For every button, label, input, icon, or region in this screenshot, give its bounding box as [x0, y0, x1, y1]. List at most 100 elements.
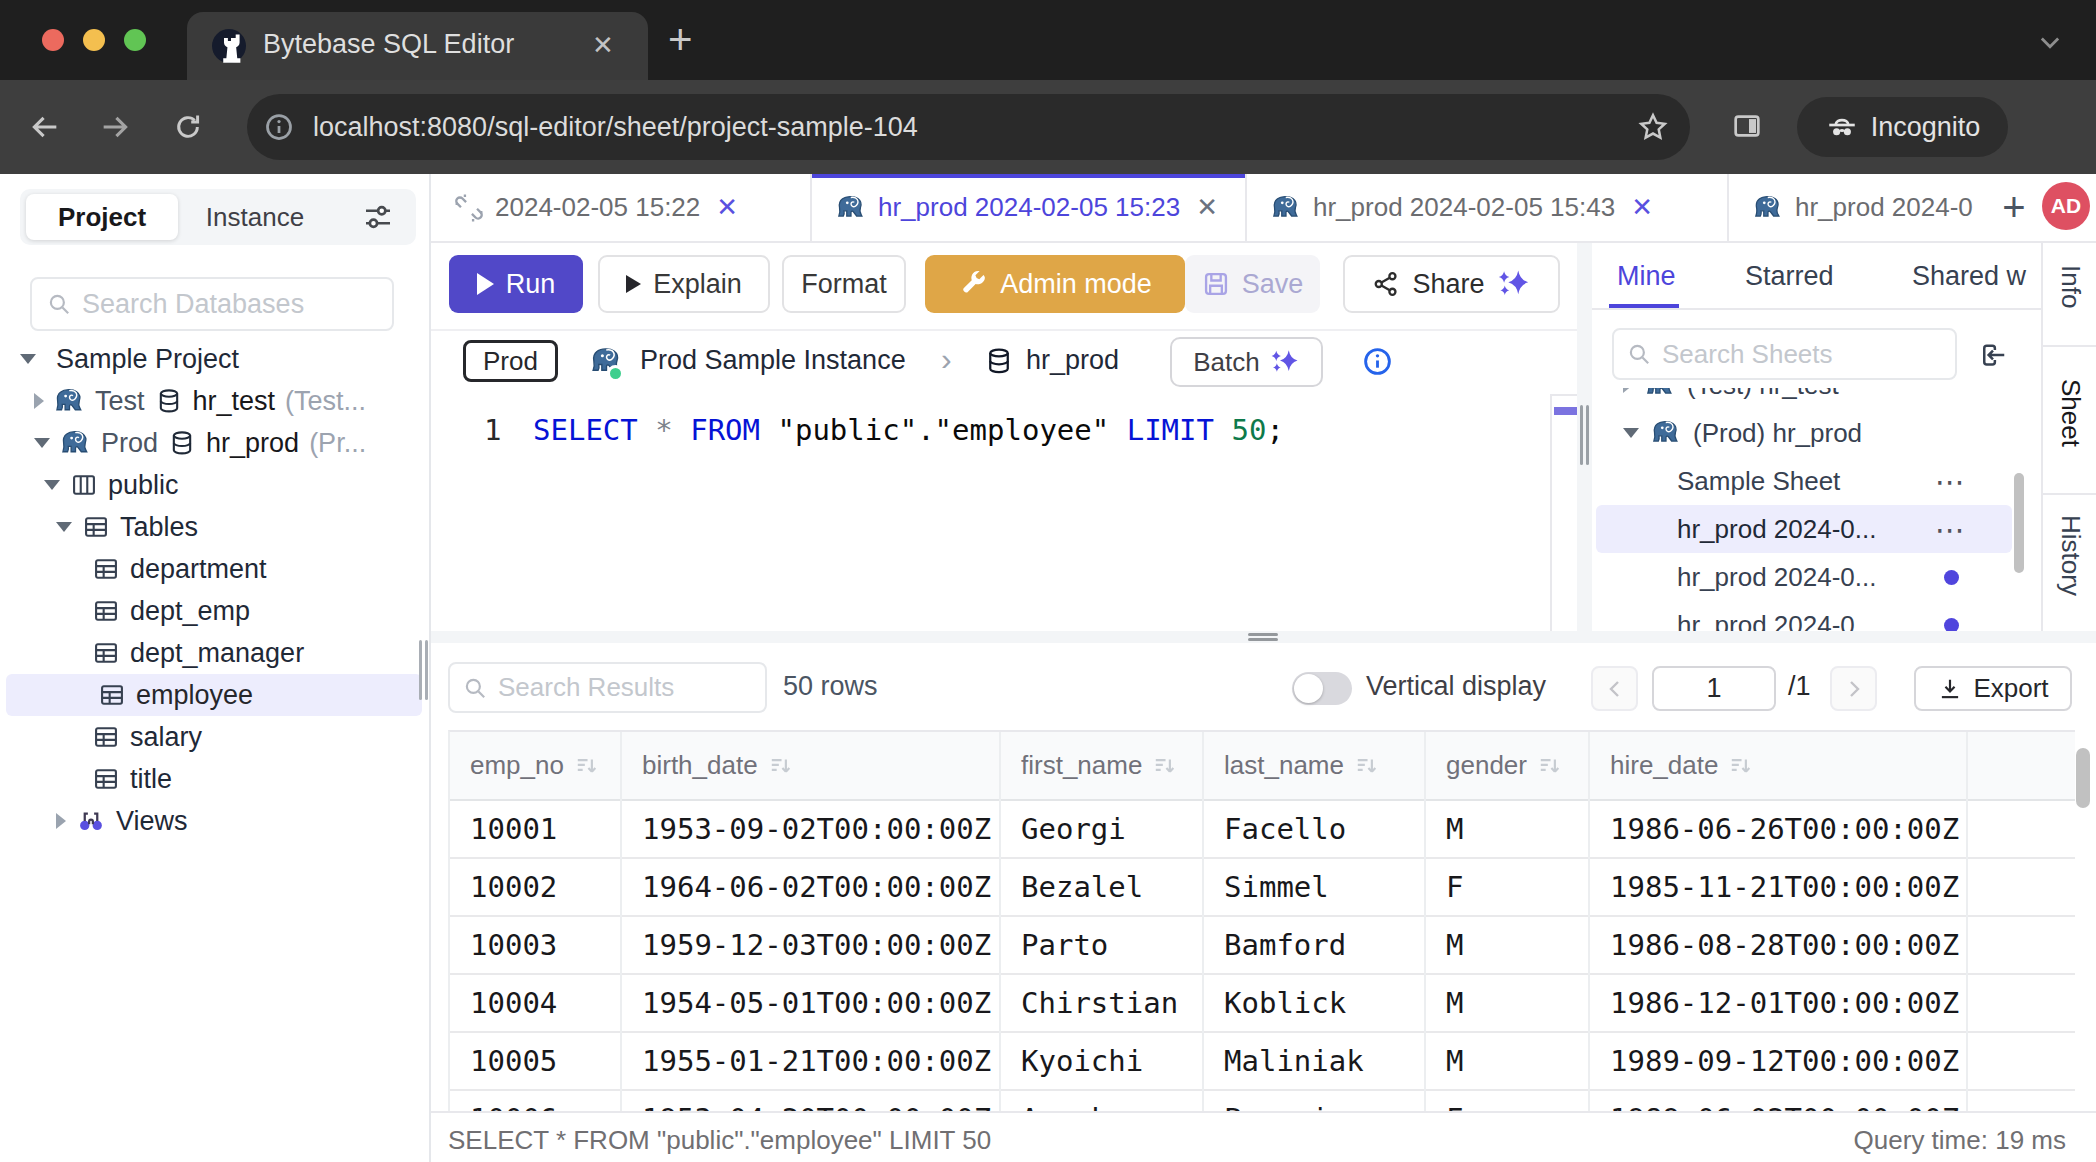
editor-tab-4[interactable]: hr_prod 2024-0	[1729, 174, 1990, 241]
table-cell[interactable]: F	[1426, 1091, 1588, 1111]
sheet-item[interactable]: hr_prod 2024-0...	[1596, 553, 2012, 601]
admin-mode-button[interactable]: Admin mode	[925, 255, 1185, 313]
table-cell[interactable]: 10004	[450, 975, 620, 1033]
table-cell[interactable]: 10006	[450, 1091, 620, 1111]
table-cell[interactable]: 1953-04-20T00:00:00Z	[622, 1091, 999, 1111]
traffic-light-minimize[interactable]	[83, 29, 105, 51]
table-cell[interactable]: Chirstian	[1001, 975, 1202, 1033]
sheet-item-selected[interactable]: hr_prod 2024-0... ⋯	[1596, 505, 2012, 553]
database-name[interactable]: hr_prod	[1026, 345, 1119, 376]
sort-icon[interactable]	[768, 753, 794, 779]
sort-icon[interactable]	[1537, 753, 1563, 779]
site-info-icon[interactable]	[264, 112, 294, 142]
import-icon[interactable]	[1978, 340, 2008, 370]
table-cell[interactable]: 1964-06-02T00:00:00Z	[622, 859, 999, 917]
format-button[interactable]: Format	[782, 255, 906, 313]
tree-item-schema-public[interactable]: public	[0, 464, 428, 506]
close-icon[interactable]: ✕	[716, 192, 738, 223]
sheet-item[interactable]: hr_prod 2024-0...	[1596, 601, 2012, 631]
table-cell[interactable]: Maliniak	[1204, 1033, 1424, 1091]
editor-scrollbar[interactable]	[1550, 394, 1577, 631]
tab-instance[interactable]: Instance	[180, 189, 330, 245]
sort-icon[interactable]	[1152, 753, 1178, 779]
browser-tab-close-icon[interactable]: ✕	[592, 30, 614, 61]
new-tab-button[interactable]: +	[668, 16, 693, 64]
table-cell[interactable]: Facello	[1204, 801, 1424, 859]
table-cell[interactable]: Kyoichi	[1001, 1033, 1202, 1091]
panel-divider[interactable]	[1577, 243, 1592, 631]
vertical-display-toggle[interactable]	[1292, 672, 1352, 705]
tree-item-table-dept-manager[interactable]: dept_manager	[0, 632, 428, 674]
instance-name[interactable]: Prod Sample Instance	[640, 345, 906, 376]
tab-project[interactable]: Project	[26, 194, 178, 240]
filter-icon[interactable]	[362, 201, 394, 233]
tab-search-chevron-icon[interactable]	[2036, 28, 2064, 56]
table-cell[interactable]: M	[1426, 1033, 1588, 1091]
editor-tab-1[interactable]: 2024-02-05 15:22 ✕	[431, 174, 812, 241]
sheet-search-input[interactable]	[1662, 339, 1943, 370]
more-icon[interactable]: ⋯	[1935, 464, 1965, 499]
table-cell[interactable]: Koblick	[1204, 975, 1424, 1033]
tree-item-sample-project[interactable]: Sample Project	[0, 338, 428, 380]
results-scrollbar[interactable]	[2076, 748, 2090, 808]
browser-tab[interactable]: Bytebase SQL Editor ✕	[187, 12, 648, 80]
table-cell[interactable]: 1986-12-01T00:00:00Z	[1590, 975, 1966, 1033]
sheet-group-prod[interactable]: (Prod) hr_prod	[1596, 409, 2012, 457]
forward-icon[interactable]	[98, 110, 132, 144]
sheet-search[interactable]	[1612, 328, 1957, 380]
run-button[interactable]: Run	[449, 255, 583, 313]
explain-button[interactable]: Explain	[598, 255, 770, 313]
add-tab-button[interactable]: +	[1990, 174, 2038, 241]
table-cell[interactable]: F	[1426, 859, 1588, 917]
table-cell[interactable]: Bamford	[1204, 917, 1424, 975]
tree-item-table-title[interactable]: title	[0, 758, 428, 800]
table-cell[interactable]: 10002	[450, 859, 620, 917]
tree-item-prod-db[interactable]: Prod hr_prod (Pr...	[0, 422, 428, 464]
caret-down-icon[interactable]	[44, 480, 60, 490]
sidebar-resize-handle[interactable]	[425, 640, 428, 700]
tree-item-table-department[interactable]: department	[0, 548, 428, 590]
table-cell[interactable]: 1986-06-26T00:00:00Z	[1590, 801, 1966, 859]
sheet-tab-shared[interactable]: Shared w	[1912, 261, 2026, 292]
table-cell[interactable]: Bezalel	[1001, 859, 1202, 917]
tree-item-table-dept-emp[interactable]: dept_emp	[0, 590, 428, 632]
sheet-scrollbar[interactable]	[2014, 473, 2024, 573]
table-cell[interactable]: M	[1426, 975, 1588, 1033]
tree-item-views-group[interactable]: Views	[0, 800, 428, 842]
database-search[interactable]	[30, 277, 394, 331]
caret-down-icon[interactable]	[34, 438, 50, 448]
caret-right-icon[interactable]	[34, 393, 44, 409]
traffic-light-close[interactable]	[42, 29, 64, 51]
close-icon[interactable]: ✕	[1196, 192, 1218, 223]
tree-item-table-employee[interactable]: employee	[6, 674, 422, 716]
editor-tab-2[interactable]: hr_prod 2024-02-05 15:23 ✕	[812, 174, 1247, 241]
table-cell[interactable]: 1955-01-21T00:00:00Z	[622, 1033, 999, 1091]
next-page-button[interactable]	[1830, 666, 1877, 711]
results-search-input[interactable]	[498, 672, 753, 703]
sheet-group-test[interactable]: (Test) hr_test	[1596, 388, 2012, 409]
table-cell[interactable]: 1986-08-28T00:00:00Z	[1590, 917, 1966, 975]
results-search[interactable]	[448, 662, 767, 713]
editor-tab-3[interactable]: hr_prod 2024-02-05 15:43 ✕	[1247, 174, 1729, 241]
table-cell[interactable]: 1953-09-02T00:00:00Z	[622, 801, 999, 859]
side-tab-info[interactable]: Info	[2055, 265, 2086, 308]
panel-resize-handle[interactable]	[1580, 405, 1583, 465]
more-icon[interactable]: ⋯	[1935, 512, 1965, 547]
table-cell[interactable]: 10001	[450, 801, 620, 859]
sort-icon[interactable]	[1354, 753, 1380, 779]
back-icon[interactable]	[28, 110, 62, 144]
table-cell[interactable]: Preusig	[1204, 1091, 1424, 1111]
table-cell[interactable]: Anneke	[1001, 1091, 1202, 1111]
column-header-emp-no[interactable]: emp_no	[450, 732, 620, 801]
column-header-last-name[interactable]: last_name	[1204, 732, 1424, 801]
batch-button[interactable]: Batch	[1170, 337, 1323, 387]
database-search-input[interactable]	[82, 289, 378, 320]
table-cell[interactable]: 1954-05-01T00:00:00Z	[622, 975, 999, 1033]
avatar[interactable]: AD	[2042, 182, 2090, 230]
caret-down-icon[interactable]	[20, 354, 36, 364]
sheet-tab-starred[interactable]: Starred	[1745, 261, 1834, 292]
side-tab-history[interactable]: History	[2055, 515, 2086, 596]
reload-icon[interactable]	[172, 111, 204, 143]
panel-resize-handle[interactable]	[1586, 405, 1589, 465]
side-panel-icon[interactable]	[1731, 110, 1763, 142]
